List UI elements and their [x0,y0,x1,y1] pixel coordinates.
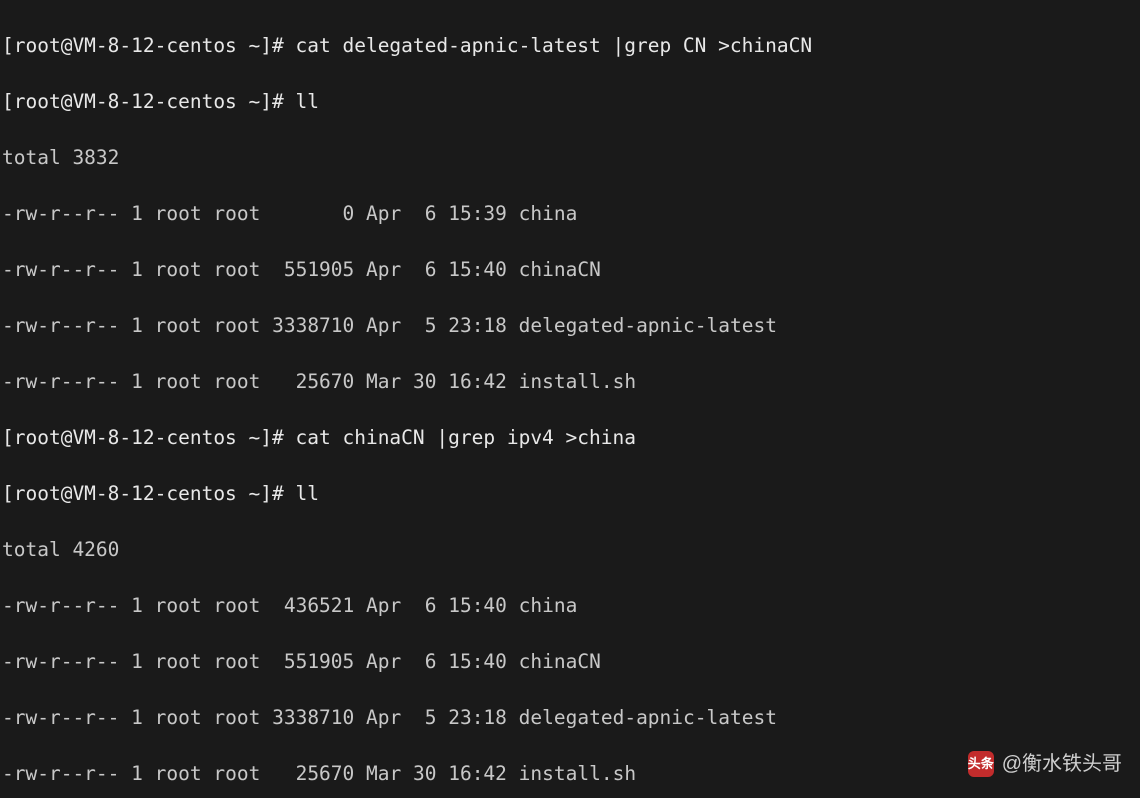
line-cmd-ll1: [root@VM-8-12-centos ~]# ll [2,88,812,116]
ll1-row: -rw-r--r-- 1 root root 551905 Apr 6 15:4… [2,256,812,284]
ll1-row: -rw-r--r-- 1 root root 3338710 Apr 5 23:… [2,312,812,340]
cmd-text: cat delegated-apnic-latest |grep CN >chi… [296,34,813,57]
ll2-row: -rw-r--r-- 1 root root 551905 Apr 6 15:4… [2,648,812,676]
prompt: [root@VM-8-12-centos ~]# [2,482,284,505]
watermark: 头条 @衡水铁头哥 [968,750,1122,778]
cmd-text: ll [296,482,319,505]
line-cmd-catgrepcn: [root@VM-8-12-centos ~]# cat delegated-a… [2,32,812,60]
cmd-text: ll [296,90,319,113]
ll2-row: -rw-r--r-- 1 root root 3338710 Apr 5 23:… [2,704,812,732]
ll1-row: -rw-r--r-- 1 root root 25670 Mar 30 16:4… [2,368,812,396]
ll1-total: total 3832 [2,144,812,172]
prompt: [root@VM-8-12-centos ~]# [2,426,284,449]
cmd-text: cat chinaCN |grep ipv4 >china [296,426,636,449]
line-cmd-ll2: [root@VM-8-12-centos ~]# ll [2,480,812,508]
ll1-row: -rw-r--r-- 1 root root 0 Apr 6 15:39 chi… [2,200,812,228]
prompt: [root@VM-8-12-centos ~]# [2,90,284,113]
watermark-author: @衡水铁头哥 [1002,750,1122,778]
ll2-row: -rw-r--r-- 1 root root 436521 Apr 6 15:4… [2,592,812,620]
ll2-total: total 4260 [2,536,812,564]
ll2-row: -rw-r--r-- 1 root root 25670 Mar 30 16:4… [2,760,812,788]
line-cmd-catgrepipv4: [root@VM-8-12-centos ~]# cat chinaCN |gr… [2,424,812,452]
toutiao-logo-icon: 头条 [968,751,994,777]
prompt: [root@VM-8-12-centos ~]# [2,34,284,57]
terminal[interactable]: [root@VM-8-12-centos ~]# cat delegated-a… [2,4,812,798]
